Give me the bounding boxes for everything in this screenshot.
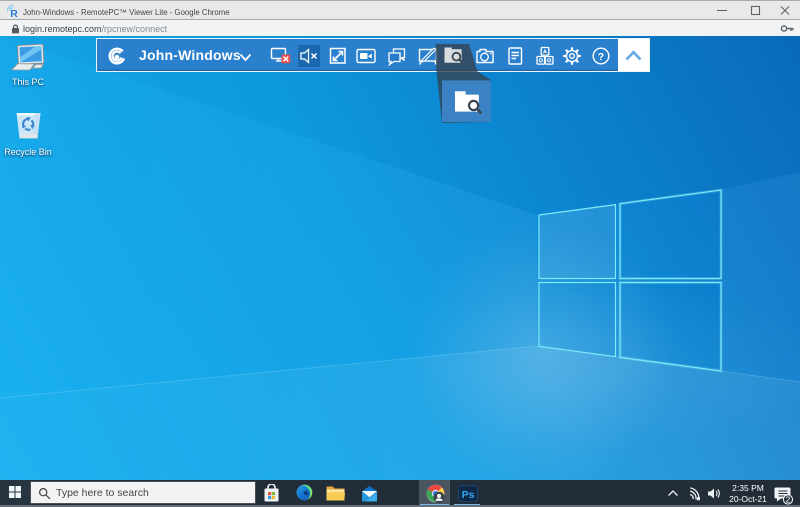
svg-text:Ps: Ps: [462, 489, 475, 501]
svg-text:R: R: [10, 8, 18, 18]
svg-text:2: 2: [786, 496, 791, 505]
